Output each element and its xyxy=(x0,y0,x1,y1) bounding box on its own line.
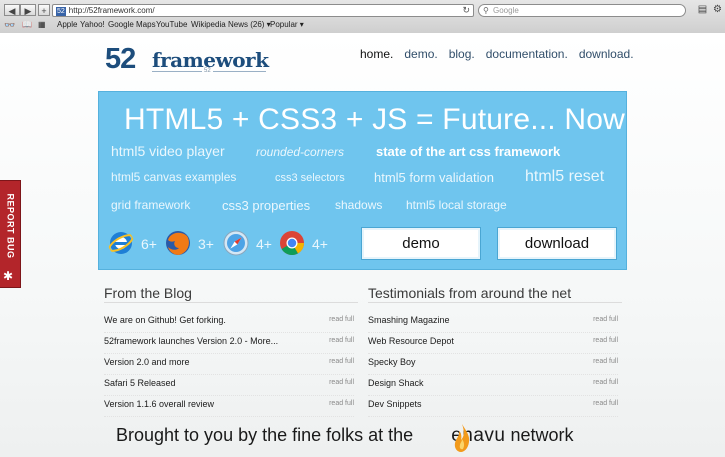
site-favicon-icon: 52 xyxy=(56,7,66,16)
testimonial-link[interactable]: Specky Boy xyxy=(368,357,416,367)
bookmark-popular[interactable]: Popular ▾ xyxy=(270,20,304,29)
ie-version: 6+ xyxy=(141,236,157,252)
blog-link[interactable]: Version 2.0 and more xyxy=(104,357,190,367)
read-full-link[interactable]: read full xyxy=(329,316,354,323)
logo-number: 52 xyxy=(105,43,136,75)
footer-suffix: network xyxy=(510,425,574,445)
page-menu-icon[interactable]: ▤ xyxy=(696,4,709,16)
search-icon: ⚲ xyxy=(483,6,489,15)
bookmark-apple[interactable]: Apple xyxy=(57,20,77,29)
search-placeholder: Google xyxy=(493,6,519,15)
tag-html5-canvas: html5 canvas examples xyxy=(111,170,237,184)
tag-rounded-corners: rounded-corners xyxy=(256,145,345,159)
tag-css-framework: state of the art css framework xyxy=(376,144,561,159)
bookmark-youtube[interactable]: YouTube xyxy=(156,20,187,29)
tag-css3-selectors: css3 selectors xyxy=(275,172,345,184)
testimonial-row: Design Shack read full xyxy=(368,375,618,396)
read-full-link[interactable]: read full xyxy=(593,316,618,323)
bug-icon: ✱ xyxy=(3,269,14,283)
blog-row: Safari 5 Released read full xyxy=(104,375,354,396)
testimonial-link[interactable]: Web Resource Depot xyxy=(368,336,454,346)
read-full-link[interactable]: read full xyxy=(329,400,354,407)
blog-row: We are on Github! Get forking. read full xyxy=(104,312,354,333)
testimonials-divider xyxy=(368,302,622,303)
chrome-icon xyxy=(280,231,304,256)
firefox-icon xyxy=(166,231,190,255)
bookmarks-book-icon[interactable]: 📖 xyxy=(22,20,32,29)
bookmark-news[interactable]: News (26) ▾ xyxy=(228,20,271,29)
tag-grid-framework: grid framework xyxy=(111,198,191,212)
tag-css3-properties: css3 properties xyxy=(222,198,311,213)
nav-demo[interactable]: demo. xyxy=(404,47,437,61)
enavu-flame-icon xyxy=(454,424,470,452)
browser-toolbar: ◀ ▶ + 52 http://52framework.com/ ↻ ⚲ Goog… xyxy=(0,0,725,34)
back-button[interactable]: ◀ xyxy=(4,4,20,16)
safari-version: 4+ xyxy=(256,236,272,252)
tag-shadows: shadows xyxy=(335,198,383,212)
blog-link[interactable]: Version 1.1.6 overall review xyxy=(104,399,214,409)
blog-link[interactable]: Safari 5 Released xyxy=(104,378,176,388)
safari-icon xyxy=(223,230,249,256)
hero-title: HTML5 + CSS3 + JS = Future... Now xyxy=(124,103,625,136)
address-bar[interactable]: 52 http://52framework.com/ ↻ xyxy=(52,4,474,17)
bookmarks-bar: 👓 📖 ▦ Apple Yahoo! Google Maps YouTube W… xyxy=(0,19,725,31)
ie-icon xyxy=(108,232,134,254)
testimonial-row: Dev Snippets read full xyxy=(368,396,618,417)
blog-row: Version 2.0 and more read full xyxy=(104,354,354,375)
web-page: 52 framework 52 home. demo. blog. documenta… xyxy=(0,33,725,457)
bookmark-google-maps[interactable]: Google Maps xyxy=(108,20,156,29)
read-full-link[interactable]: read full xyxy=(329,358,354,365)
address-text: http://52framework.com/ xyxy=(68,6,155,15)
testimonial-row: Smashing Magazine read full xyxy=(368,312,618,333)
tag-html5-reset: html5 reset xyxy=(525,168,605,185)
blog-divider xyxy=(104,302,358,303)
add-bookmark-button[interactable]: + xyxy=(38,4,50,16)
footer-text: Brought to you by the fine folks at the xyxy=(116,425,414,445)
forward-button[interactable]: ▶ xyxy=(20,4,36,16)
testimonial-link[interactable]: Dev Snippets xyxy=(368,399,422,409)
read-full-link[interactable]: read full xyxy=(329,379,354,386)
read-full-link[interactable]: read full xyxy=(593,337,618,344)
main-nav: home. demo. blog. documentation. download. xyxy=(360,47,645,61)
logo-small-number: 52 xyxy=(202,68,213,74)
hero-banner: HTML5 + CSS3 + JS = Future... Now html5 … xyxy=(98,91,627,270)
bookmark-wikipedia[interactable]: Wikipedia xyxy=(191,20,226,29)
tag-html5-form-validation: html5 form validation xyxy=(374,170,494,185)
nav-download[interactable]: download. xyxy=(579,47,634,61)
nav-documentation[interactable]: documentation. xyxy=(486,47,568,61)
chrome-version: 4+ xyxy=(312,236,328,252)
search-input[interactable]: ⚲ Google xyxy=(478,4,686,17)
blog-row: Version 1.1.6 overall review read full xyxy=(104,396,354,417)
bookmark-yahoo[interactable]: Yahoo! xyxy=(80,20,105,29)
report-bug-tab[interactable]: REPORT BUG ✱ xyxy=(0,180,21,288)
nav-blog[interactable]: blog. xyxy=(449,47,475,61)
blog-link[interactable]: We are on Github! Get forking. xyxy=(104,315,226,325)
tag-html5-local-storage: html5 local storage xyxy=(406,198,507,212)
read-full-link[interactable]: read full xyxy=(329,337,354,344)
blog-row: 52framework launches Version 2.0 - More.… xyxy=(104,333,354,354)
testimonial-link[interactable]: Smashing Magazine xyxy=(368,315,450,325)
blog-link[interactable]: 52framework launches Version 2.0 - More.… xyxy=(104,336,278,346)
settings-gear-icon[interactable]: ⚙ xyxy=(711,4,724,16)
testimonials-heading: Testimonials from around the net xyxy=(368,285,572,301)
top-sites-grid-icon[interactable]: ▦ xyxy=(38,20,46,29)
read-full-link[interactable]: read full xyxy=(593,379,618,386)
testimonial-row: Specky Boy read full xyxy=(368,354,618,375)
tag-html5-video-player: html5 video player xyxy=(111,143,225,159)
nav-home[interactable]: home. xyxy=(360,47,393,61)
demo-button[interactable]: demo xyxy=(361,227,481,260)
report-bug-label: REPORT BUG xyxy=(5,193,16,259)
read-full-link[interactable]: read full xyxy=(593,358,618,365)
read-full-link[interactable]: read full xyxy=(593,400,618,407)
blog-heading: From the Blog xyxy=(104,285,192,301)
download-button[interactable]: download xyxy=(497,227,617,260)
reload-icon[interactable]: ↻ xyxy=(462,5,470,16)
testimonial-link[interactable]: Design Shack xyxy=(368,378,424,388)
testimonial-row: Web Resource Depot read full xyxy=(368,333,618,354)
footer-credit: Brought to you by the fine folks at the … xyxy=(116,425,574,447)
firefox-version: 3+ xyxy=(198,236,214,252)
reading-glasses-icon[interactable]: 👓 xyxy=(4,20,15,31)
